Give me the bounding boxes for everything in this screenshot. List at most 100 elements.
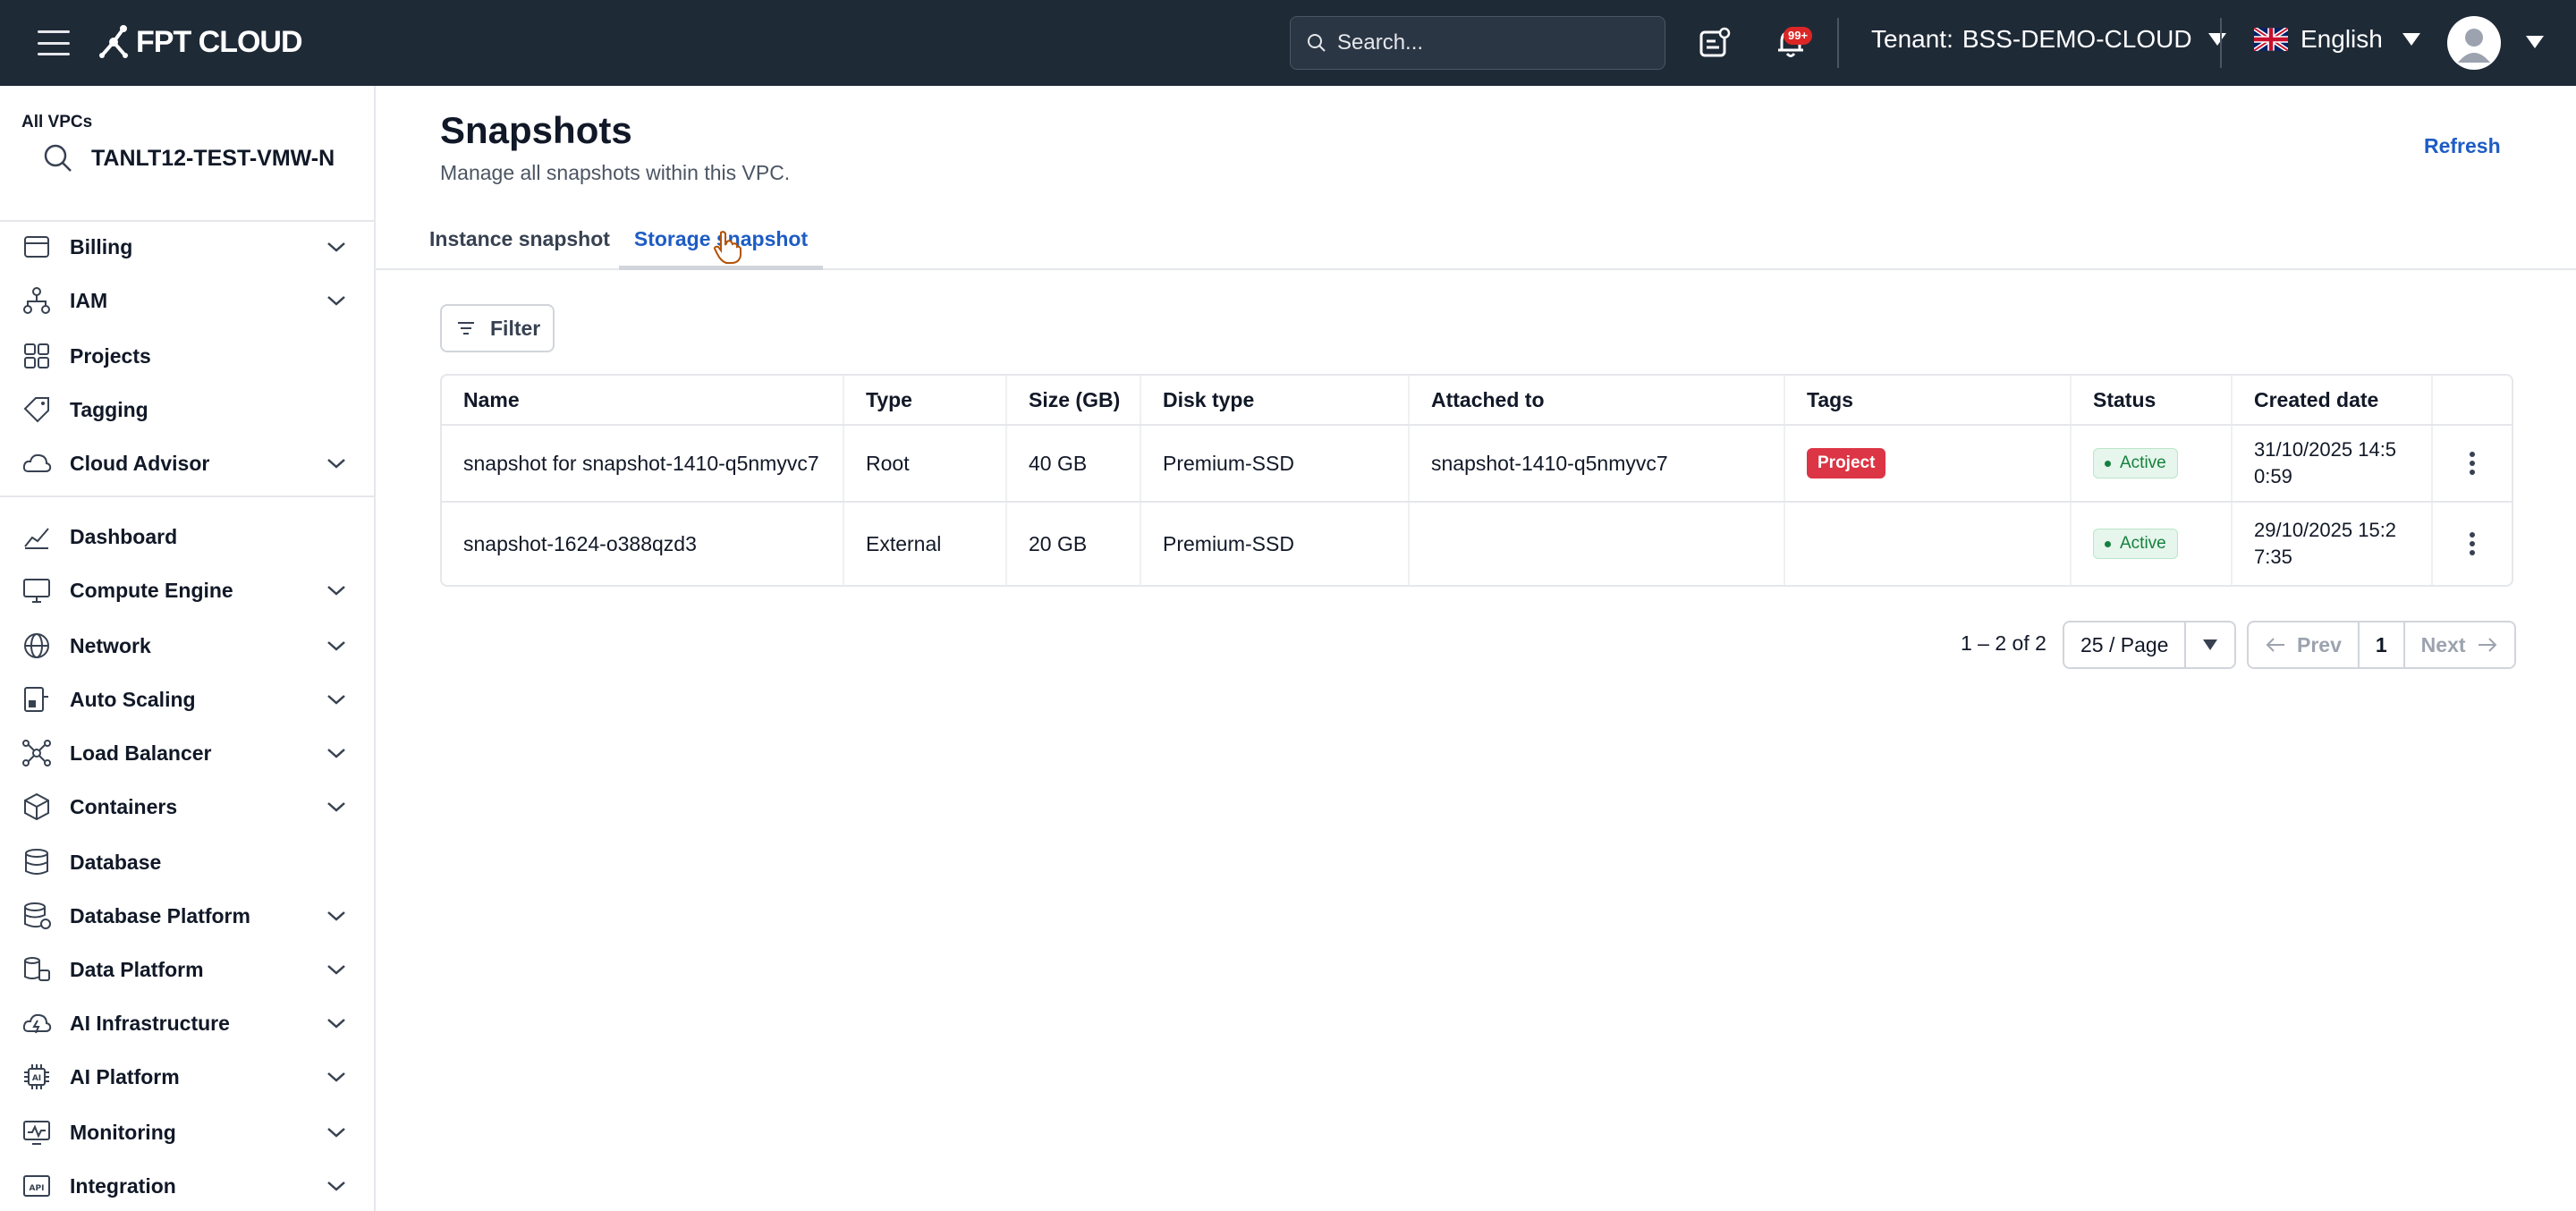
sidebar-item-database-platform[interactable]: Database Platform bbox=[0, 891, 376, 941]
chevron-down-icon[interactable] bbox=[326, 581, 347, 599]
chevron-down-icon[interactable] bbox=[326, 798, 347, 816]
sidebar-item-label: IAM bbox=[70, 288, 108, 312]
projects-icon bbox=[24, 343, 49, 368]
row-actions[interactable] bbox=[2433, 426, 2512, 501]
global-search[interactable] bbox=[1290, 16, 1665, 70]
vpc-label: All VPCs bbox=[21, 113, 93, 131]
svg-text:API: API bbox=[30, 1184, 45, 1193]
arrow-right-icon bbox=[2478, 638, 2496, 652]
sidebar-item-integration[interactable]: API Integration bbox=[0, 1161, 376, 1211]
per-page-value: 25 / Page bbox=[2064, 622, 2187, 667]
sidebar-item-label: Cloud Advisor bbox=[70, 451, 210, 475]
column-header[interactable]: Name bbox=[442, 376, 844, 424]
snapshot-size: 40 GB bbox=[1007, 426, 1141, 501]
chevron-down-icon[interactable] bbox=[326, 1123, 347, 1141]
per-page-select[interactable]: 25 / Page bbox=[2063, 621, 2237, 669]
billing-icon bbox=[24, 236, 49, 258]
sidebar-item-monitoring[interactable]: Monitoring bbox=[0, 1107, 376, 1157]
snapshot-name[interactable]: snapshot-1624-o388qzd3 bbox=[442, 503, 844, 585]
page-subtitle: Manage all snapshots within this VPC. bbox=[440, 161, 791, 184]
sidebar-item-label: Network bbox=[70, 633, 151, 657]
chevron-down-icon[interactable] bbox=[326, 961, 347, 978]
tags-cell bbox=[1785, 503, 2072, 585]
divider bbox=[1837, 18, 1839, 68]
vpc-name: TANLT12-TEST-VMW-N bbox=[91, 145, 335, 171]
chevron-down-icon[interactable] bbox=[326, 690, 347, 708]
sidebar-item-label: Monitoring bbox=[70, 1120, 176, 1144]
column-header[interactable]: Type bbox=[844, 376, 1007, 424]
sidebar-item-ai-platform[interactable]: AI AI Platform bbox=[0, 1052, 376, 1102]
chevron-down-icon[interactable] bbox=[326, 744, 347, 762]
task-list-icon[interactable] bbox=[1696, 25, 1732, 61]
sidebar-item-billing[interactable]: Billing bbox=[0, 222, 376, 272]
prev-button[interactable]: Prev bbox=[2249, 622, 2358, 667]
box-icon bbox=[24, 792, 49, 821]
sidebar-item-label: Tagging bbox=[70, 397, 148, 421]
sidebar-item-ai-infrastructure[interactable]: AI Infrastructure bbox=[0, 998, 376, 1048]
sidebar-item-dashboard[interactable]: Dashboard bbox=[0, 512, 376, 562]
load-balancer-icon bbox=[22, 740, 51, 766]
search-input[interactable] bbox=[1337, 30, 1641, 55]
table-row[interactable]: snapshot for snapshot-1410-q5nmyvc7 Root… bbox=[442, 426, 2512, 503]
brand-logo[interactable]: FPT CLOUD bbox=[95, 23, 303, 61]
vpc-selector[interactable]: TANLT12-TEST-VMW-N bbox=[43, 143, 335, 174]
iam-icon bbox=[23, 287, 50, 314]
created-date-line: 7:35 bbox=[2254, 546, 2292, 568]
language-selector[interactable]: English bbox=[2254, 25, 2420, 54]
chevron-down-icon[interactable] bbox=[326, 1177, 347, 1195]
column-header[interactable]: Status bbox=[2072, 376, 2233, 424]
chevron-down-icon[interactable] bbox=[326, 1014, 347, 1032]
sidebar-item-load-balancer[interactable]: Load Balancer bbox=[0, 728, 376, 778]
sidebar-item-tagging[interactable]: Tagging bbox=[0, 385, 376, 435]
avatar[interactable] bbox=[2447, 16, 2501, 70]
sidebar-item-cloud-advisor[interactable]: Cloud Advisor bbox=[0, 438, 376, 488]
main-content: Snapshots Manage all snapshots within th… bbox=[376, 86, 2576, 1211]
chevron-down-icon[interactable] bbox=[326, 292, 347, 309]
chart-icon bbox=[24, 528, 49, 549]
column-header[interactable]: Attached to bbox=[1410, 376, 1785, 424]
caret-down-icon[interactable] bbox=[2526, 36, 2544, 48]
next-button[interactable]: Next bbox=[2405, 622, 2514, 667]
next-label: Next bbox=[2420, 632, 2466, 656]
column-header[interactable]: Disk type bbox=[1141, 376, 1410, 424]
sidebar-item-projects[interactable]: Projects bbox=[0, 331, 376, 381]
api-icon: API bbox=[23, 1175, 50, 1197]
sidebar-item-auto-scaling[interactable]: Auto Scaling bbox=[0, 674, 376, 724]
column-header[interactable]: Created date bbox=[2233, 376, 2433, 424]
sidebar-item-iam[interactable]: IAM bbox=[0, 275, 376, 326]
sidebar-item-label: Billing bbox=[70, 234, 133, 258]
chevron-down-icon[interactable] bbox=[326, 454, 347, 472]
sidebar-item-data-platform[interactable]: Data Platform bbox=[0, 944, 376, 995]
sidebar-item-containers[interactable]: Containers bbox=[0, 782, 376, 832]
chevron-down-icon[interactable] bbox=[326, 637, 347, 655]
chevron-down-icon[interactable] bbox=[326, 907, 347, 925]
menu-icon[interactable] bbox=[36, 27, 72, 59]
sidebar-item-label: Compute Engine bbox=[70, 578, 233, 602]
more-vertical-icon[interactable] bbox=[2470, 452, 2475, 475]
row-actions[interactable] bbox=[2433, 503, 2512, 585]
filter-label: Filter bbox=[490, 316, 541, 340]
per-page-dropdown[interactable] bbox=[2186, 622, 2234, 667]
sidebar-item-label: Integration bbox=[70, 1173, 176, 1198]
column-header-actions bbox=[2433, 376, 2512, 424]
arrow-left-icon bbox=[2266, 638, 2284, 652]
sidebar-item-compute-engine[interactable]: Compute Engine bbox=[0, 565, 376, 615]
chevron-down-icon[interactable] bbox=[326, 238, 347, 256]
sidebar-item-database[interactable]: Database bbox=[0, 837, 376, 887]
snapshot-name[interactable]: snapshot for snapshot-1410-q5nmyvc7 bbox=[442, 426, 844, 501]
snapshot-type: External bbox=[844, 503, 1007, 585]
hand-cursor-icon bbox=[713, 231, 741, 264]
tab-instance-snapshot[interactable]: Instance snapshot bbox=[429, 220, 610, 270]
tenant-label: Tenant: bbox=[1871, 25, 1953, 53]
chevron-down-icon[interactable] bbox=[326, 1068, 347, 1086]
sidebar-item-label: Load Balancer bbox=[70, 741, 212, 765]
sidebar-item-network[interactable]: Network bbox=[0, 621, 376, 671]
column-header[interactable]: Size (GB) bbox=[1007, 376, 1141, 424]
table-row[interactable]: snapshot-1624-o388qzd3 External 20 GB Pr… bbox=[442, 503, 2512, 585]
tenant-selector[interactable]: Tenant: BSS-DEMO-CLOUD bbox=[1871, 25, 2226, 54]
refresh-button[interactable]: Refresh bbox=[2424, 134, 2501, 158]
filter-button[interactable]: Filter bbox=[440, 304, 555, 352]
column-header[interactable]: Tags bbox=[1785, 376, 2072, 424]
page-number[interactable]: 1 bbox=[2357, 622, 2405, 667]
more-vertical-icon[interactable] bbox=[2470, 532, 2475, 555]
